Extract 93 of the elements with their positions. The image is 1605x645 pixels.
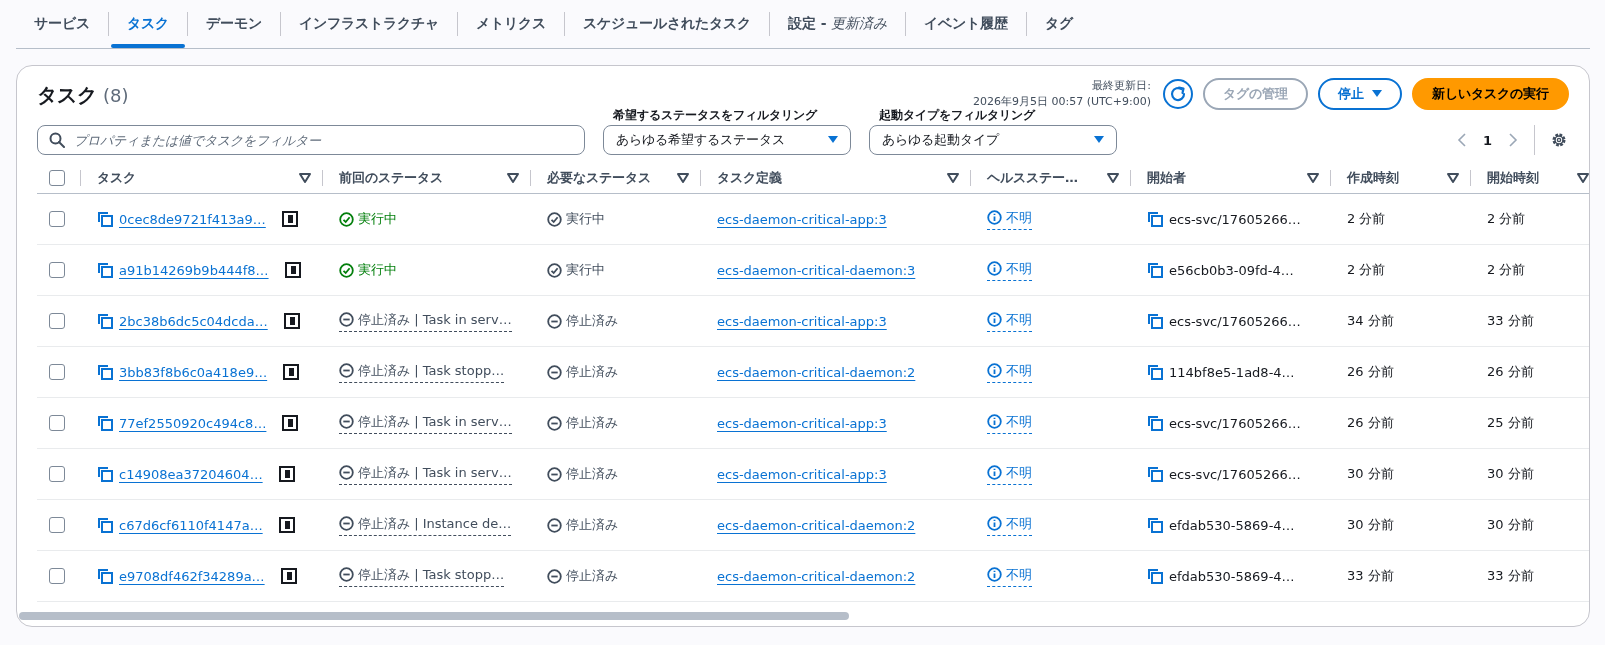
filter-dropdown[interactable]: あらゆる希望するステータス [603, 125, 851, 155]
health-status[interactable]: 不明 [987, 361, 1032, 383]
started-time: 2 分前 [1487, 210, 1526, 228]
column-header[interactable]: タスク定義 [717, 169, 782, 187]
health-status[interactable]: 不明 [987, 259, 1032, 281]
task-definition-link[interactable]: ecs-daemon-critical-app:3 [717, 415, 887, 431]
task-definition-link[interactable]: ecs-daemon-critical-daemon:2 [717, 364, 916, 380]
started-time: 30 分前 [1487, 465, 1534, 483]
stop-button[interactable]: 停止 [1318, 78, 1402, 110]
column-header[interactable]: 開始者 [1147, 169, 1186, 187]
started-by-text: ecs-svc/17605266… [1169, 313, 1301, 329]
desired-status: 停止済み [547, 312, 618, 330]
task-id-link[interactable]: a91b14269b9b444f8… [119, 262, 269, 278]
tab[interactable]: デーモン [188, 0, 280, 48]
health-status[interactable]: 不明 [987, 514, 1032, 536]
panel-title: タスク [37, 82, 97, 109]
started-by-text: ecs-svc/17605266… [1169, 415, 1301, 431]
created-time: 26 分前 [1347, 414, 1394, 432]
started-time: 2 分前 [1487, 261, 1526, 279]
started-by-text: efdab530-5869-4… [1169, 517, 1295, 533]
started-time: 33 分前 [1487, 312, 1534, 330]
started-by-text: 114bf8e5-1ad8-4… [1169, 364, 1295, 380]
task-definition-link[interactable]: ecs-daemon-critical-daemon:2 [717, 568, 916, 584]
column-header[interactable]: 前回のステータス [339, 169, 443, 187]
health-status[interactable]: 不明 [987, 310, 1032, 332]
task-id-link[interactable]: e9708df462f34289a… [119, 568, 265, 584]
page-number[interactable]: 1 [1482, 132, 1492, 148]
last-status[interactable]: 停止済み | Task stopp… [339, 361, 505, 383]
tab[interactable]: イベント履歴 [905, 0, 1026, 48]
task-id-link[interactable]: 2bc38b6dc5c04dcda… [119, 313, 268, 329]
desired-status: 実行中 [547, 210, 605, 228]
desired-status: 停止済み [547, 516, 618, 534]
created-time: 30 分前 [1347, 465, 1394, 483]
started-time: 26 分前 [1487, 363, 1534, 381]
started-by-text: e56cb0b3-09fd-4… [1169, 262, 1294, 278]
health-status[interactable]: 不明 [987, 412, 1032, 434]
column-header[interactable]: 開始時刻 [1487, 169, 1539, 187]
filter-label: 希望するステータスをフィルタリング [613, 108, 819, 123]
task-definition-link[interactable]: ecs-daemon-critical-app:3 [717, 313, 887, 329]
started-by-text: efdab530-5869-4… [1169, 568, 1295, 584]
last-status[interactable]: 停止済み | Task in serv… [339, 463, 512, 485]
started-by-text: ecs-svc/17605266… [1169, 466, 1301, 482]
task-definition-link[interactable]: ecs-daemon-critical-daemon:3 [717, 262, 916, 278]
last-status[interactable]: 停止済み | Task stopp… [339, 565, 505, 587]
run-task-button[interactable]: 新しいタスクの実行 [1412, 78, 1569, 110]
health-status[interactable]: 不明 [987, 463, 1032, 485]
tab[interactable]: インフラストラクチャ [281, 0, 457, 48]
last-updated-label: 最終更新日: [1092, 78, 1151, 94]
desired-status: 停止済み [547, 465, 618, 483]
tab[interactable]: タスク [109, 0, 187, 48]
filter-dropdown[interactable]: あらゆる起動タイプ [869, 125, 1117, 155]
column-header[interactable]: 作成時刻 [1347, 169, 1399, 187]
tab[interactable]: タグ [1026, 0, 1091, 48]
last-status[interactable]: 停止済み | Instance de… [339, 514, 512, 536]
last-status[interactable]: 実行中 [339, 261, 397, 279]
started-by-text: ecs-svc/17605266… [1169, 211, 1301, 227]
desired-status: 停止済み [547, 363, 618, 381]
tab[interactable]: サービス [16, 0, 108, 48]
tab[interactable]: スケジュールされたタスク [565, 0, 769, 48]
task-definition-link[interactable]: ecs-daemon-critical-app:3 [717, 211, 887, 227]
task-id-link[interactable]: 0cec8de9721f413a9… [119, 211, 266, 227]
last-status[interactable]: 停止済み | Task in serv… [339, 310, 512, 332]
last-status[interactable]: 実行中 [339, 210, 397, 228]
column-header[interactable]: 必要なステータス [547, 169, 651, 187]
column-header[interactable]: ヘルスステー… [987, 169, 1078, 187]
health-status[interactable]: 不明 [987, 208, 1032, 230]
started-time: 30 分前 [1487, 516, 1534, 534]
last-status[interactable]: 停止済み | Task in serv… [339, 412, 512, 434]
tab[interactable]: 設定 - 更新済み [770, 0, 905, 48]
started-time: 25 分前 [1487, 414, 1534, 432]
created-time: 2 分前 [1347, 210, 1386, 228]
created-time: 33 分前 [1347, 567, 1394, 585]
desired-status: 停止済み [547, 567, 618, 585]
column-header[interactable]: タスク [97, 169, 136, 187]
task-definition-link[interactable]: ecs-daemon-critical-app:3 [717, 466, 887, 482]
desired-status: 停止済み [547, 414, 618, 432]
created-time: 30 分前 [1347, 516, 1394, 534]
created-time: 26 分前 [1347, 363, 1394, 381]
filter-label: 起動タイプをフィルタリング [879, 108, 1037, 123]
tab[interactable]: メトリクス [458, 0, 564, 48]
last-updated-time: 2026年9月5日 00:57 (UTC+9:00) [973, 94, 1151, 109]
health-status[interactable]: 不明 [987, 565, 1032, 587]
search-field[interactable]: プロパティまたは値でタスクをフィルター [37, 125, 585, 155]
task-count: (8) [103, 85, 129, 106]
created-time: 34 分前 [1347, 312, 1394, 330]
task-id-link[interactable]: 3bb83f8b6c0a418e9… [119, 364, 268, 380]
task-id-link[interactable]: 77ef2550920c494c8… [119, 415, 267, 431]
started-time: 33 分前 [1487, 567, 1534, 585]
task-id-link[interactable]: c67d6cf6110f4147a… [119, 517, 263, 533]
task-definition-link[interactable]: ecs-daemon-critical-daemon:2 [717, 517, 916, 533]
task-id-link[interactable]: c14908ea37204604… [119, 466, 263, 482]
created-time: 2 分前 [1347, 261, 1386, 279]
desired-status: 実行中 [547, 261, 605, 279]
